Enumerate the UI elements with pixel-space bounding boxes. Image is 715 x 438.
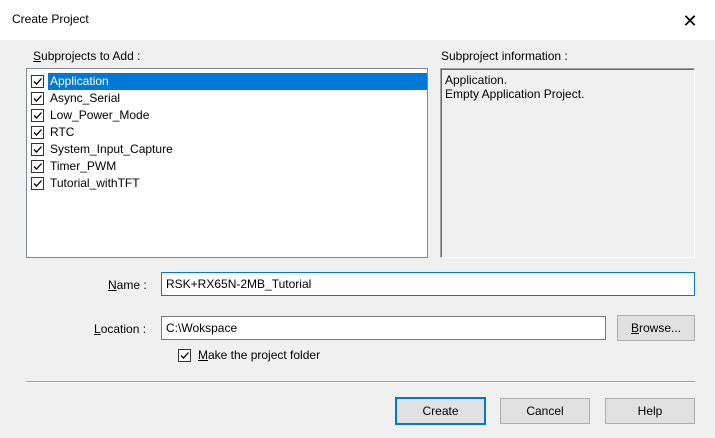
- location-label-accel: L: [94, 322, 101, 336]
- list-item-label: System_Input_Capture: [50, 142, 173, 156]
- info-line-1: Application.: [445, 73, 508, 87]
- list-item-label: Async_Serial: [50, 91, 121, 105]
- location-input[interactable]: C:\Wokspace: [161, 316, 606, 340]
- make-folder-accel: M: [198, 348, 208, 362]
- list-item[interactable]: RTC: [31, 124, 427, 141]
- close-button[interactable]: ✕: [676, 8, 704, 34]
- subprojects-label-rest: ubprojects to Add :: [41, 49, 141, 63]
- checkbox[interactable]: [31, 92, 44, 105]
- help-button[interactable]: Help: [605, 398, 695, 424]
- checkbox[interactable]: [31, 126, 44, 139]
- list-item[interactable]: Tutorial_withTFT: [31, 175, 427, 192]
- separator: [26, 381, 695, 383]
- checkmark-icon: [33, 78, 42, 85]
- browse-button[interactable]: Browse...: [617, 315, 695, 341]
- cancel-button[interactable]: Cancel: [500, 398, 590, 424]
- checkmark-icon: [33, 163, 42, 170]
- checkmark-icon: [33, 129, 42, 136]
- browse-rest: rowse...: [639, 321, 682, 335]
- checkbox[interactable]: [31, 109, 44, 122]
- checkbox[interactable]: [31, 177, 44, 190]
- info-line-2: Empty Application Project.: [445, 87, 585, 101]
- browse-accel: B: [630, 321, 639, 335]
- checkbox[interactable]: [31, 160, 44, 173]
- checkbox[interactable]: [31, 143, 44, 156]
- close-icon: ✕: [682, 11, 698, 31]
- checkmark-icon: [180, 352, 189, 359]
- title-bar: Create Project ✕: [0, 0, 715, 40]
- make-folder-rest: ake the project folder: [208, 348, 321, 362]
- list-item-label: Application: [48, 73, 427, 90]
- location-label-rest: ocation :: [100, 322, 147, 336]
- subprojects-label-accel: S: [33, 49, 42, 63]
- list-item-label: Low_Power_Mode: [50, 108, 150, 122]
- info-label: Subproject information :: [441, 49, 568, 63]
- name-label: Name :: [108, 278, 147, 292]
- list-item[interactable]: Async_Serial: [31, 90, 427, 107]
- list-item[interactable]: Application: [31, 73, 427, 90]
- location-label: Location :: [94, 322, 146, 336]
- list-item[interactable]: System_Input_Capture: [31, 141, 427, 158]
- checkmark-icon: [33, 180, 42, 187]
- list-item[interactable]: Timer_PWM: [31, 158, 427, 175]
- checkmark-icon: [33, 112, 42, 119]
- checkbox[interactable]: [31, 75, 44, 88]
- list-item-label: RTC: [50, 125, 75, 139]
- name-label-rest: ame :: [116, 278, 147, 292]
- name-input[interactable]: RSK+RX65N-2MB_Tutorial: [161, 272, 695, 296]
- list-item[interactable]: Low_Power_Mode: [31, 107, 427, 124]
- subprojects-label: Subprojects to Add :: [33, 49, 140, 63]
- list-item-label: Tutorial_withTFT: [50, 176, 140, 190]
- list-item-label: Timer_PWM: [50, 159, 117, 173]
- make-folder-checkbox[interactable]: [178, 349, 191, 362]
- make-folder-label[interactable]: Make the project folder: [198, 348, 320, 362]
- create-button[interactable]: Create: [395, 397, 486, 425]
- subprojects-listbox[interactable]: Application Async_Serial Low_Power_Mode …: [26, 68, 428, 258]
- info-box: Application. Empty Application Project.: [440, 68, 695, 258]
- checkmark-icon: [33, 95, 42, 102]
- checkmark-icon: [33, 146, 42, 153]
- name-label-accel: N: [108, 278, 117, 292]
- window-title: Create Project: [12, 12, 89, 26]
